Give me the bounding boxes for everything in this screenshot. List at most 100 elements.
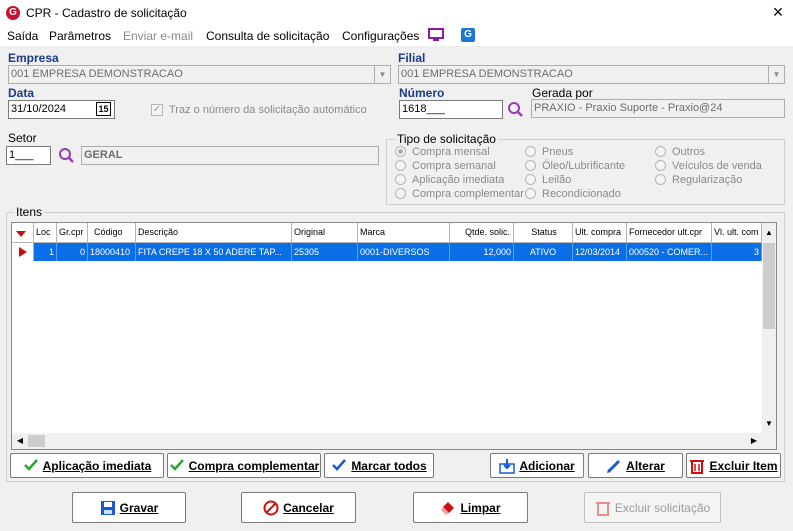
chevron-down-icon[interactable]: ▼	[374, 66, 390, 83]
col-vl-ult[interactable]: Vl. ult. com	[712, 223, 762, 243]
table-row[interactable]: 1 0 18000410 FITA CREPE 18 X 50 ADERE TA…	[12, 243, 762, 261]
radio-oleo[interactable]	[525, 160, 536, 171]
gerada-field: PRAXIO - Praxio Suporte - Praxio@24	[531, 99, 785, 118]
col-status[interactable]: Status	[514, 223, 573, 243]
play-arrow-icon	[19, 247, 27, 257]
data-value: 31/10/2024	[11, 103, 67, 115]
radio-leilao[interactable]	[525, 174, 536, 185]
gravar-button[interactable]: Gravar	[72, 492, 186, 523]
scroll-down-icon[interactable]: ▼	[762, 415, 776, 433]
cell-fornecedor: 000520 - COMER...	[627, 243, 712, 261]
menu-consulta[interactable]: Consulta de solicitação	[206, 29, 329, 43]
cell-original: 25305	[292, 243, 358, 261]
radio-recondicionado-label: Recondicionado	[542, 188, 621, 200]
horizontal-scrollbar[interactable]: ◀ ▶	[12, 433, 762, 449]
radio-regularizacao-label: Regularização	[672, 174, 743, 186]
trash-icon	[595, 500, 611, 516]
menu-saida[interactable]: Saída	[7, 29, 38, 43]
compra-complementar-label: Compra complementar	[188, 458, 320, 473]
eraser-icon	[440, 500, 456, 516]
filial-value: 001 EMPRESA DEMONSTRACAO	[401, 68, 573, 80]
radio-compra-complementar[interactable]	[395, 188, 406, 199]
limpar-button[interactable]: Limpar	[413, 492, 528, 523]
chevron-down-icon[interactable]: ▼	[768, 66, 784, 83]
excluir-item-button[interactable]: Excluir Item	[686, 453, 781, 478]
cell-marca: 0001-DIVERSOS	[358, 243, 450, 261]
aplicacao-imediata-button[interactable]: Aplicação imediata	[10, 453, 164, 478]
scroll-corner	[762, 433, 776, 449]
gerada-value: PRAXIO - Praxio Suporte - Praxio@24	[534, 102, 723, 114]
marcar-todos-button[interactable]: Marcar todos	[324, 453, 434, 478]
menu-parametros[interactable]: Parâmetros	[49, 29, 111, 43]
menu-enviar-email[interactable]: Enviar e-mail	[123, 29, 193, 43]
aplicacao-imediata-label: Aplicação imediata	[42, 458, 152, 473]
col-ult-compra[interactable]: Ult. compra	[573, 223, 627, 243]
radio-leilao-label: Leilão	[542, 174, 572, 186]
auto-number-checkbox[interactable]: ✓	[151, 104, 163, 116]
radio-outros[interactable]	[655, 146, 666, 157]
grid-corner[interactable]	[12, 223, 34, 243]
numero-value: 1618___	[402, 103, 445, 115]
cancelar-label: Cancelar	[283, 500, 334, 515]
filial-combo[interactable]: 001 EMPRESA DEMONSTRACAO ▼	[398, 65, 785, 84]
cell-loc: 1	[34, 243, 57, 261]
items-grid[interactable]: Loc Gr.cpr Código Descrição Original Mar…	[11, 222, 777, 450]
cell-vl-ult: 3	[712, 243, 762, 261]
radio-compra-mensal-label: Compra mensal	[412, 146, 490, 158]
scroll-right-icon[interactable]: ▶	[746, 433, 762, 449]
col-original[interactable]: Original	[292, 223, 358, 243]
setor-code-field[interactable]: 1___	[6, 146, 51, 165]
adicionar-label: Adicionar	[519, 458, 575, 473]
col-qtde[interactable]: Qtde. solic.	[450, 223, 514, 243]
check-icon	[23, 458, 39, 474]
col-loc[interactable]: Loc	[34, 223, 57, 243]
compra-complementar-button[interactable]: Compra complementar	[167, 453, 321, 478]
col-fornecedor[interactable]: Fornecedor ult.cpr	[627, 223, 712, 243]
radio-regularizacao[interactable]	[655, 174, 666, 185]
cancelar-button[interactable]: Cancelar	[241, 492, 356, 523]
cell-qtde: 12,000	[450, 243, 514, 261]
radio-recondicionado[interactable]	[525, 188, 536, 199]
radio-pneus[interactable]	[525, 146, 536, 157]
empresa-combo[interactable]: 001 EMPRESA DEMONSTRACAO ▼	[8, 65, 391, 84]
scroll-up-icon[interactable]: ▲	[762, 223, 776, 243]
radio-compra-mensal[interactable]	[395, 146, 406, 157]
check-icon	[169, 458, 185, 474]
app-logo-icon: G	[6, 6, 20, 20]
trash-icon	[689, 458, 705, 474]
download-box-icon	[499, 458, 516, 474]
cell-status: ATIVO	[514, 243, 573, 261]
excluir-solicitacao-button[interactable]: Excluir solicitação	[584, 492, 721, 523]
pencil-icon	[606, 458, 622, 474]
col-marca[interactable]: Marca	[358, 223, 450, 243]
radio-oleo-label: Óleo/Lubrificante	[542, 160, 626, 172]
excluir-item-label: Excluir Item	[709, 458, 778, 473]
search-icon[interactable]	[507, 101, 524, 118]
itens-label: Itens	[14, 205, 45, 219]
numero-field[interactable]: 1618___	[399, 100, 503, 119]
check-icon	[331, 458, 347, 474]
col-descricao[interactable]: Descrição	[136, 223, 292, 243]
radio-veiculos[interactable]	[655, 160, 666, 171]
radio-compra-semanal[interactable]	[395, 160, 406, 171]
filial-label: Filial	[398, 51, 426, 65]
close-icon[interactable]: ×	[768, 2, 788, 22]
app-g-icon[interactable]: G	[461, 28, 475, 42]
search-icon[interactable]	[58, 147, 75, 164]
menu-configuracoes[interactable]: Configurações	[342, 29, 419, 43]
col-grcpr[interactable]: Gr.cpr	[57, 223, 88, 243]
radio-aplicacao-imediata[interactable]	[395, 174, 406, 185]
scroll-thumb[interactable]	[763, 243, 775, 329]
radio-compra-semanal-label: Compra semanal	[412, 160, 496, 172]
alterar-label: Alterar	[626, 458, 665, 473]
scroll-left-icon[interactable]: ◀	[12, 433, 28, 449]
col-codigo[interactable]: Código	[88, 223, 136, 243]
vertical-scrollbar[interactable]: ▲ ▼	[762, 223, 776, 433]
adicionar-button[interactable]: Adicionar	[490, 453, 584, 478]
alterar-button[interactable]: Alterar	[588, 453, 683, 478]
setor-name-field: GERAL	[81, 146, 379, 165]
calendar-icon[interactable]: 15	[96, 102, 111, 116]
monitor-icon[interactable]	[428, 28, 444, 42]
empresa-label: Empresa	[8, 51, 59, 65]
hscroll-thumb[interactable]	[28, 435, 45, 447]
